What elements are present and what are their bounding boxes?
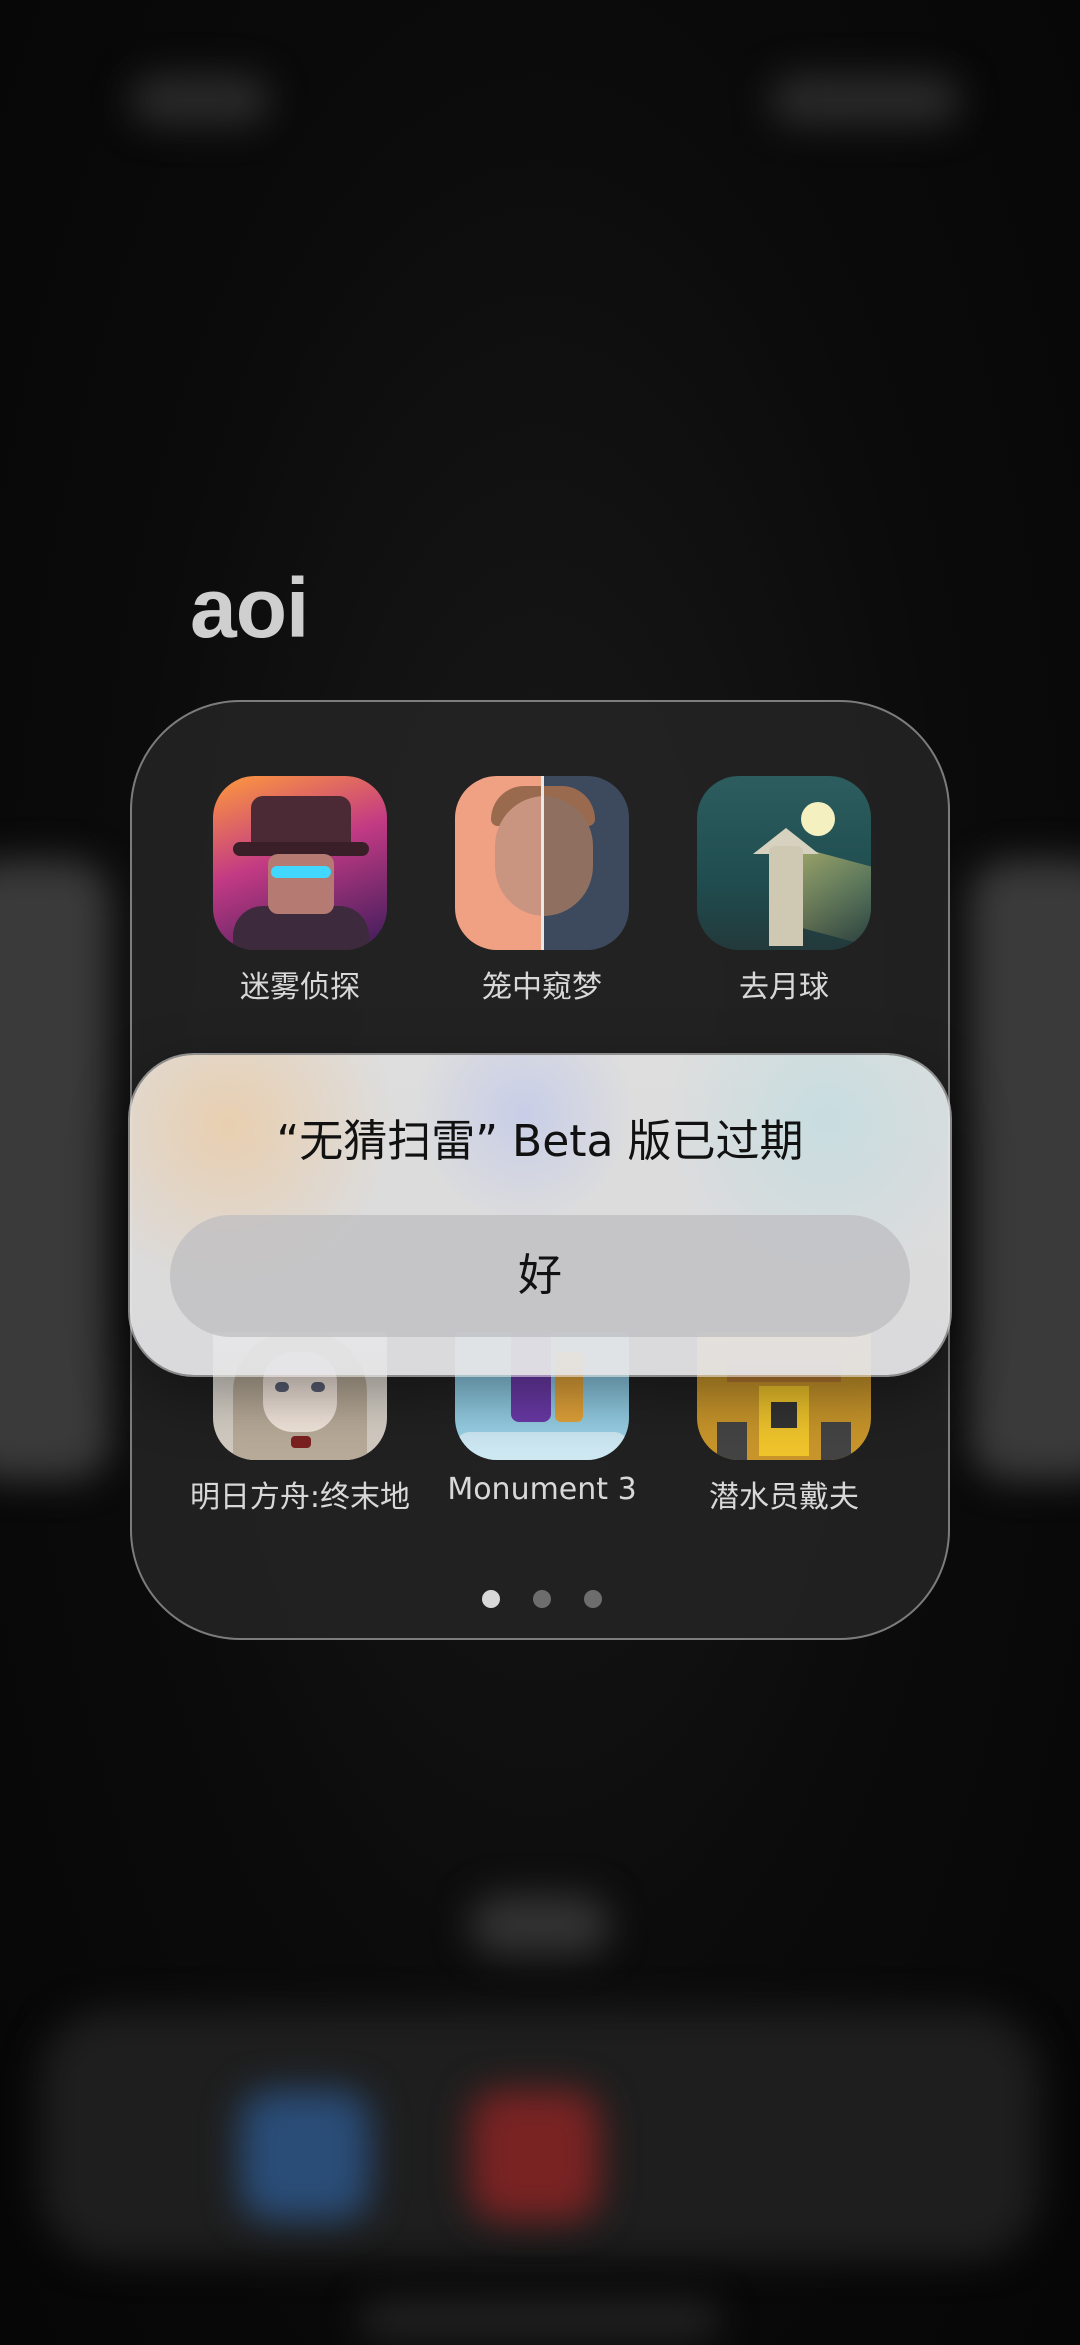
background-widget-right [970,860,1080,1480]
home-screen: aoi 迷雾侦探 笼中窥梦 去月球 明日方舟:终末地 Monument 3 潜水… [0,0,1080,2345]
ok-button[interactable]: 好 [170,1215,910,1337]
background-widget-left [0,860,110,1480]
folder-title[interactable]: aoi [190,560,309,657]
alert-title: “无猜扫雷” Beta 版已过期 [276,1116,804,1167]
expired-beta-alert: “无猜扫雷” Beta 版已过期 好 [130,1055,950,1375]
page-dot-2[interactable] [533,1590,551,1608]
app-label: 潜水员戴夫 [709,1480,859,1515]
page-indicator[interactable] [132,1590,952,1612]
page-dot-1[interactable] [481,1590,500,1608]
app-label: Monument 3 [447,1472,637,1507]
app-label: 笼中窥梦 [482,970,602,1005]
app-label: 迷雾侦探 [240,970,360,1005]
lighthouse-moon-icon[interactable] [697,776,871,950]
status-bar-indicators [770,75,960,125]
dock-app-icon [470,2090,600,2220]
app-label: 去月球 [739,970,829,1005]
detective-icon[interactable] [213,776,387,950]
status-bar-time [130,75,270,125]
home-indicator [360,2300,720,2340]
app-cage-dream[interactable]: 笼中窥梦 [418,776,666,1006]
dock-app-icon [240,2090,370,2220]
page-dot-3[interactable] [584,1590,603,1608]
split-face-icon[interactable] [455,776,629,950]
background-search-label [470,1895,610,1955]
app-to-the-moon[interactable]: 去月球 [660,776,908,1006]
app-mist-detective[interactable]: 迷雾侦探 [176,776,424,1006]
app-label: 明日方舟:终末地 [189,1480,411,1515]
